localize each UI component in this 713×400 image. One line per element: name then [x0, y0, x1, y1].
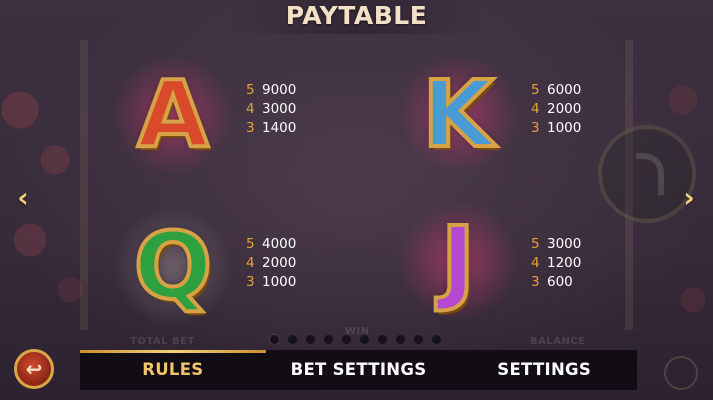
tab-bet-settings[interactable]: BET SETTINGS [266, 350, 452, 390]
pay-value: 1200 [547, 255, 582, 271]
chevron-right-icon[interactable]: › [678, 183, 700, 213]
pay-value: 600 [547, 274, 573, 290]
paytable-a: 5 9000 4 3000 3 1400 [246, 81, 296, 138]
pagination-dot[interactable] [306, 335, 315, 344]
back-button[interactable]: ↩ [14, 349, 54, 389]
pay-count: 5 [246, 236, 255, 252]
pay-value: 1000 [262, 274, 297, 290]
symbol-a: A [108, 50, 238, 180]
background-total-bet-label: TOTAL BET [130, 336, 195, 347]
pagination-dot[interactable] [342, 335, 351, 344]
pay-row: 4 2000 [531, 100, 581, 119]
pagination-dot[interactable] [360, 335, 369, 344]
pay-value: 2000 [547, 101, 582, 117]
pagination-dots [270, 335, 441, 344]
pagination-dot[interactable] [414, 335, 423, 344]
symbol-k: K [393, 50, 523, 180]
pagination-dot[interactable] [432, 335, 441, 344]
pay-value: 9000 [262, 82, 297, 98]
pay-value: 3000 [262, 101, 297, 117]
pay-count: 5 [531, 236, 540, 252]
pay-row: 3 600 [531, 273, 581, 292]
background-pillar [80, 40, 88, 330]
pay-row: 5 3000 [531, 235, 581, 254]
pay-count: 3 [246, 120, 255, 136]
symbol-q: Q [108, 202, 238, 332]
symbol-letter: A [135, 61, 210, 168]
pay-count: 3 [531, 120, 540, 136]
pay-count: 4 [246, 255, 255, 271]
pay-value: 1000 [547, 120, 582, 136]
pay-row: 5 6000 [531, 81, 581, 100]
pay-row: 4 2000 [246, 254, 296, 273]
pagination-dot[interactable] [396, 335, 405, 344]
pay-count: 4 [531, 255, 540, 271]
paytable-j: 5 3000 4 1200 3 600 [531, 235, 581, 292]
pay-count: 4 [531, 101, 540, 117]
background-round-button [664, 356, 698, 390]
pay-row: 4 1200 [531, 254, 581, 273]
pay-row: 3 1400 [246, 119, 296, 138]
pay-value: 3000 [547, 236, 582, 252]
pay-value: 2000 [262, 255, 297, 271]
pay-row: 3 1000 [246, 273, 296, 292]
pay-row: 5 9000 [246, 81, 296, 100]
pay-value: 4000 [262, 236, 297, 252]
symbol-j: J [393, 196, 523, 326]
pay-count: 5 [246, 82, 255, 98]
tab-settings[interactable]: SETTINGS [451, 350, 637, 390]
paytable-k: 5 6000 4 2000 3 1000 [531, 81, 581, 138]
pay-count: 5 [531, 82, 540, 98]
back-arrow-icon: ↩ [25, 357, 43, 381]
symbol-letter: Q [132, 213, 214, 320]
symbol-letter: K [420, 61, 495, 168]
tab-bar: RULES BET SETTINGS SETTINGS [79, 350, 638, 390]
pay-count: 3 [531, 274, 540, 290]
background-balance-label: BALANCE [530, 336, 586, 347]
pay-count: 4 [246, 101, 255, 117]
pagination-dot[interactable] [324, 335, 333, 344]
tab-rules[interactable]: RULES [80, 350, 266, 390]
pay-row: 4 3000 [246, 100, 296, 119]
symbol-letter: J [439, 207, 477, 314]
pay-row: 5 4000 [246, 235, 296, 254]
paytable-q: 5 4000 4 2000 3 1000 [246, 235, 296, 292]
pagination-dot[interactable] [270, 335, 279, 344]
pay-value: 1400 [262, 120, 297, 136]
page-title: PAYTABLE [285, 1, 428, 30]
pay-row: 3 1000 [531, 119, 581, 138]
chevron-left-icon[interactable]: ‹ [12, 183, 34, 213]
pagination-dot[interactable] [288, 335, 297, 344]
pagination-dot[interactable] [378, 335, 387, 344]
pay-value: 6000 [547, 82, 582, 98]
pay-count: 3 [246, 274, 255, 290]
